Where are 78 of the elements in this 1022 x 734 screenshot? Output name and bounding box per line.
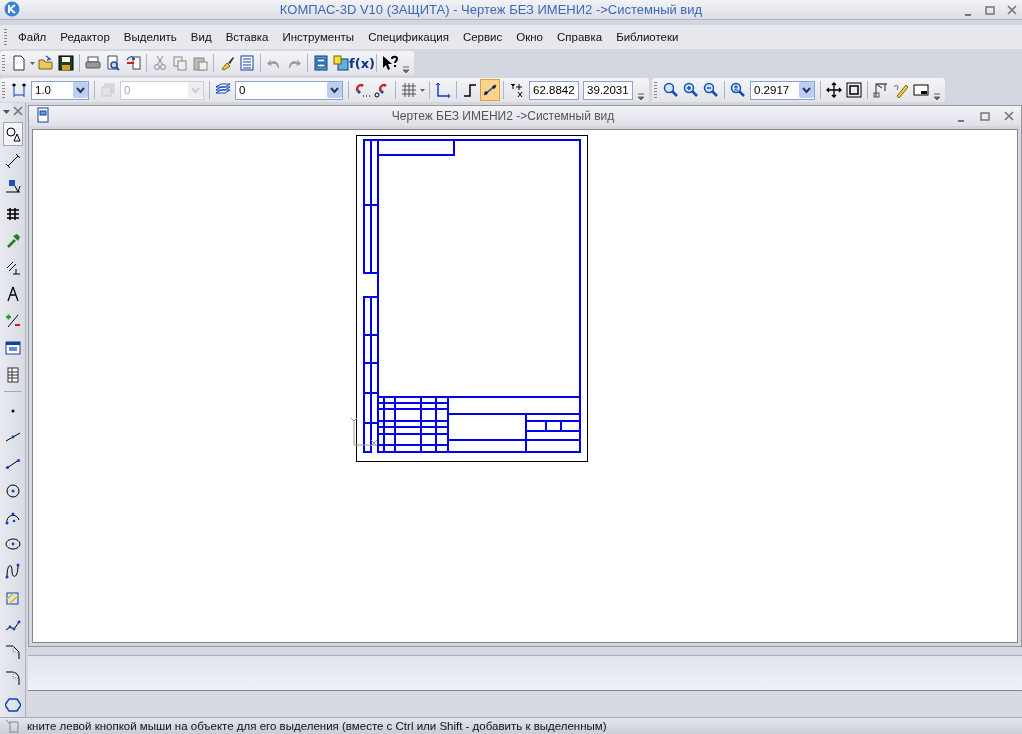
zoom-window-icon[interactable] bbox=[663, 82, 679, 98]
library-icon[interactable] bbox=[333, 55, 349, 71]
menu-item[interactable]: Справка bbox=[550, 31, 610, 43]
crane-icon[interactable] bbox=[873, 82, 889, 98]
dropdown-arrow-icon[interactable] bbox=[419, 86, 426, 94]
dropdown-arrow-icon[interactable] bbox=[29, 59, 36, 67]
screen-icon[interactable] bbox=[913, 82, 929, 98]
open-folder-icon[interactable] bbox=[38, 55, 54, 71]
measure-icon[interactable] bbox=[4, 313, 21, 330]
help-pointer-icon[interactable] bbox=[382, 55, 398, 71]
export-icon[interactable] bbox=[125, 55, 141, 71]
toolbar-options-icon[interactable] bbox=[933, 92, 941, 101]
toolbar-options-icon[interactable] bbox=[637, 92, 645, 101]
menu-item[interactable]: Библиотеки bbox=[609, 31, 686, 43]
cabinet-icon[interactable] bbox=[313, 55, 329, 71]
circle-icon[interactable] bbox=[4, 482, 21, 499]
pan-icon[interactable] bbox=[826, 82, 842, 98]
toolbar-options-icon[interactable] bbox=[402, 65, 410, 74]
chamfer-icon[interactable] bbox=[4, 643, 21, 660]
app-logo-icon bbox=[4, 0, 20, 17]
magnet-icon[interactable] bbox=[354, 82, 370, 98]
layer-combo[interactable]: 0 bbox=[235, 80, 343, 100]
formula-button[interactable]: f(x) bbox=[351, 52, 373, 74]
magnet-point-icon[interactable] bbox=[374, 82, 390, 98]
designation-icon[interactable] bbox=[4, 179, 21, 196]
grid-icon[interactable] bbox=[401, 82, 417, 98]
select-panel-icon[interactable] bbox=[4, 340, 21, 356]
spec-panel-icon[interactable] bbox=[4, 366, 21, 383]
step-combo[interactable]: 1.0 bbox=[31, 80, 89, 100]
close-icon[interactable] bbox=[11, 104, 24, 117]
menu-item[interactable]: Окно bbox=[509, 31, 550, 43]
maximize-icon[interactable] bbox=[984, 3, 996, 16]
snap-line-icon[interactable] bbox=[482, 82, 498, 98]
coordinate-axes-icon bbox=[350, 417, 378, 447]
cut-icon[interactable] bbox=[152, 55, 168, 71]
zoom-out-icon[interactable] bbox=[703, 82, 719, 98]
edit-grid-icon[interactable] bbox=[4, 206, 21, 223]
new-document-icon[interactable] bbox=[11, 55, 27, 71]
select-cursor-icon bbox=[4, 718, 20, 734]
ortho-icon[interactable] bbox=[462, 82, 478, 98]
fillet-icon[interactable] bbox=[4, 670, 21, 687]
step-icon[interactable] bbox=[11, 82, 27, 98]
dimension-icon[interactable] bbox=[4, 152, 21, 169]
window-title: КОМПАС-3D V10 (ЗАЩИТА) - Чертеж БЕЗ ИМЕНИ2 ->Системный вид bbox=[278, 2, 704, 17]
parametrization-icon[interactable] bbox=[4, 259, 21, 276]
doc-view-icon bbox=[35, 107, 51, 123]
maximize-icon[interactable] bbox=[979, 110, 991, 122]
zoom-combo[interactable]: 0.2917 bbox=[750, 80, 815, 100]
status-message: кните левой кнопкой мыши на объекте для его выделения (вместе с Ctrl или Shift - добавить к выделенным) bbox=[26, 720, 607, 732]
close-icon[interactable] bbox=[1003, 110, 1015, 122]
hatch-icon[interactable] bbox=[4, 590, 21, 607]
menu-item[interactable]: Вставка bbox=[218, 31, 276, 43]
pencil-icon[interactable] bbox=[893, 82, 909, 98]
menu-item[interactable]: Редактор bbox=[53, 31, 117, 43]
print-preview-icon[interactable] bbox=[105, 55, 121, 71]
brush-icon[interactable] bbox=[219, 55, 235, 71]
spline-icon[interactable] bbox=[4, 563, 21, 580]
menu-item[interactable]: Выделить bbox=[116, 31, 184, 43]
menu-item[interactable]: Спецификация bbox=[361, 31, 456, 43]
print-icon[interactable] bbox=[85, 55, 101, 71]
geometry-panel-icon[interactable] bbox=[4, 125, 21, 142]
menu-item[interactable]: Файл bbox=[11, 31, 54, 43]
zoom-scale-icon[interactable] bbox=[730, 82, 746, 98]
close-icon[interactable] bbox=[1006, 3, 1018, 16]
axes-icon[interactable] bbox=[435, 82, 451, 98]
menu-item[interactable]: Инструменты bbox=[275, 31, 362, 43]
menu-item[interactable]: Вид bbox=[183, 31, 219, 43]
coordinate-field[interactable]: 39.2031 bbox=[583, 80, 633, 100]
zoom-in-icon[interactable] bbox=[683, 82, 699, 98]
ellipse-icon[interactable] bbox=[4, 536, 21, 553]
compass-icon[interactable] bbox=[4, 286, 21, 303]
coordinate-field[interactable]: 62.8842 bbox=[529, 80, 579, 100]
coords-icon[interactable] bbox=[509, 82, 525, 98]
polygon-icon[interactable] bbox=[4, 697, 21, 714]
fit-all-icon[interactable] bbox=[846, 82, 862, 98]
menu-item[interactable]: Сервис bbox=[455, 31, 510, 43]
save-icon[interactable] bbox=[58, 55, 74, 71]
document-title: Чертеж БЕЗ ИМЕНИ2 ->Системный вид bbox=[390, 109, 616, 123]
